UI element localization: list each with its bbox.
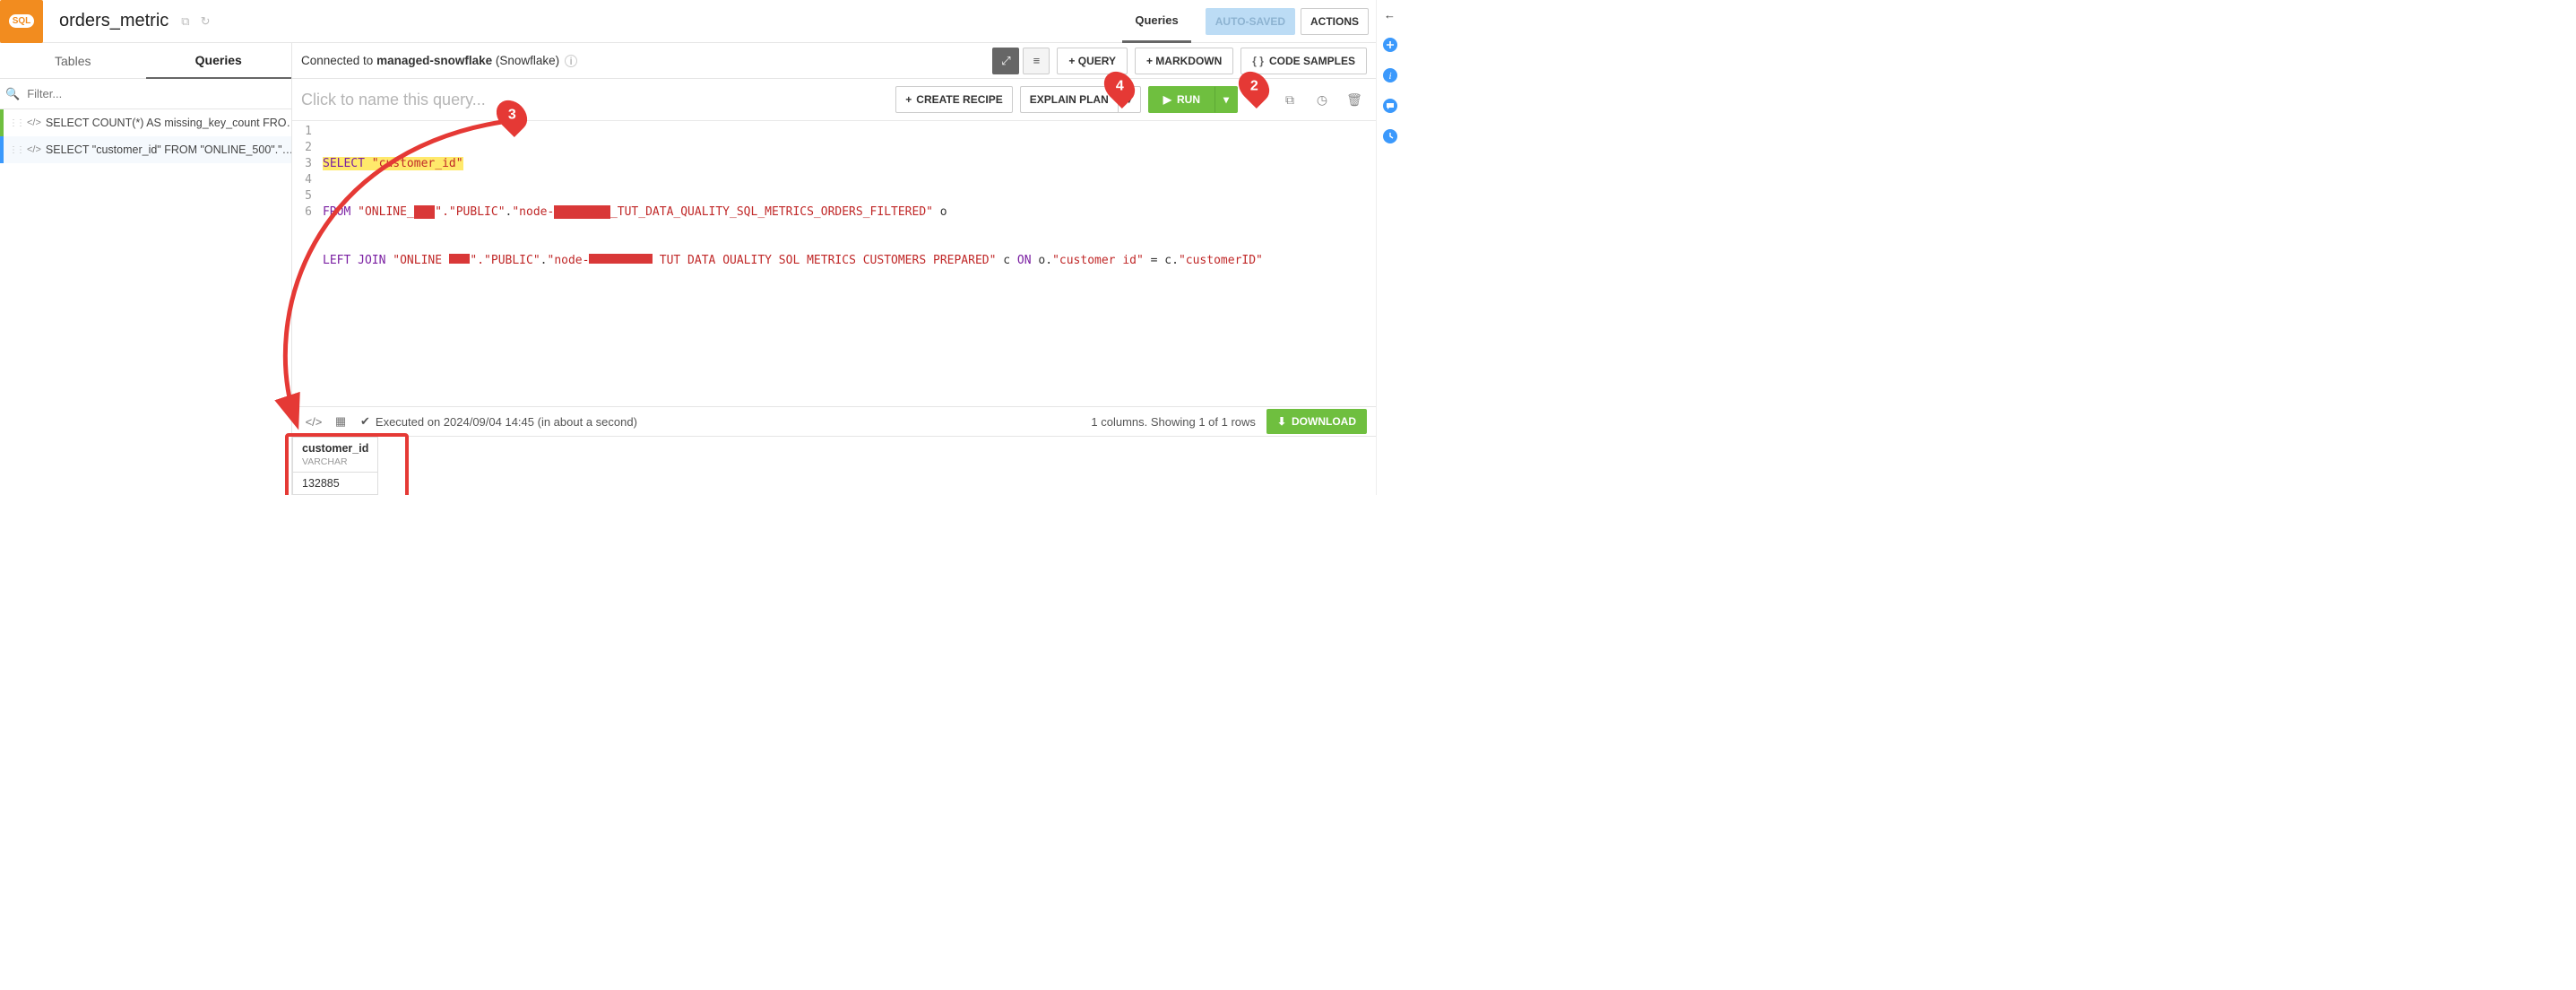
chat-icon[interactable] — [1381, 97, 1399, 115]
drag-handle-icon[interactable]: ⋮⋮ — [9, 145, 23, 155]
create-recipe-button[interactable]: + CREATE RECIPE — [895, 86, 1012, 113]
topbar: SQL orders_metric ⧉ ↻ Queries AUTO-SAVED… — [0, 0, 1376, 43]
add-markdown-button[interactable]: + MARKDOWN — [1135, 48, 1233, 74]
history-icon[interactable] — [1381, 127, 1399, 145]
result-area: customer_idVARCHAR 132885 — [292, 437, 1376, 495]
query-name-row: Click to name this query... + CREATE RECI… — [292, 79, 1376, 120]
add-query-button[interactable]: + QUERY — [1057, 48, 1128, 74]
drag-handle-icon[interactable]: ⋮⋮ — [9, 118, 23, 128]
code-icon: </> — [27, 144, 41, 155]
conn-suffix: (Snowflake) — [492, 54, 559, 67]
menu-icon[interactable]: ≡ — [1023, 48, 1050, 74]
query-list-item[interactable]: ⋮⋮ </> SELECT "customer_id" FROM "ONLINE… — [0, 136, 291, 163]
conn-name: managed-snowflake — [376, 54, 492, 67]
run-label: RUN — [1177, 93, 1200, 106]
copy-query-icon[interactable]: ⧉ — [1277, 87, 1302, 112]
tab-queries-top[interactable]: Queries — [1122, 0, 1190, 43]
connection-bar: Connected to managed-snowflake (Snowflak… — [292, 43, 1376, 79]
table-view-icon[interactable]: ▦ — [328, 410, 353, 433]
plus-icon: + — [905, 93, 912, 106]
collapse-icon[interactable]: ← — [1381, 5, 1399, 23]
autosaved-badge: AUTO-SAVED — [1206, 8, 1295, 35]
download-label: DOWNLOAD — [1292, 415, 1356, 428]
page-title: orders_metric — [59, 11, 169, 31]
trash-icon[interactable]: 🗑 — [1342, 87, 1367, 112]
right-rail: ← i — [1376, 0, 1403, 495]
query-name-input[interactable]: Click to name this query... — [301, 91, 486, 109]
code-icon: </> — [27, 117, 41, 128]
expand-icon[interactable]: ⤢ — [992, 48, 1019, 74]
braces-icon: { } — [1252, 55, 1264, 67]
refresh-icon[interactable]: ↻ — [201, 14, 211, 29]
check-icon: ✔ — [360, 414, 370, 429]
sidebar-tab-queries[interactable]: Queries — [146, 43, 292, 79]
logo-text: SQL — [9, 14, 35, 28]
conn-prefix: Connected to — [301, 54, 376, 67]
svg-text:i: i — [1388, 71, 1391, 82]
line-gutter: 1 2 3 4 5 6 — [292, 121, 319, 264]
code-area[interactable]: SELECT "customer_id" FROM "ONLINE_XXX"."… — [319, 121, 1376, 264]
filter-input[interactable] — [23, 83, 286, 105]
query-item-label: SELECT "customer_id" FROM "ONLINE_500"."… — [46, 143, 291, 156]
clock-icon[interactable]: ◷ — [1310, 87, 1335, 112]
query-item-label: SELECT COUNT(*) AS missing_key_count FRO… — [46, 117, 291, 129]
download-button[interactable]: ⬇ DOWNLOAD — [1266, 409, 1367, 434]
download-icon: ⬇ — [1277, 415, 1286, 428]
status-bar: </> ▦ ✔ Executed on 2024/09/04 14:45 (in… — [292, 406, 1376, 437]
row-count-status: 1 columns. Showing 1 of 1 rows — [1091, 415, 1256, 429]
search-icon: 🔍 — [5, 87, 20, 101]
code-samples-label: CODE SAMPLES — [1269, 55, 1355, 67]
actions-button[interactable]: ACTIONS — [1301, 8, 1369, 35]
result-cell[interactable]: 132885 — [293, 473, 378, 495]
sidebar-tab-tables[interactable]: Tables — [0, 43, 146, 79]
info-icon[interactable]: i — [565, 55, 577, 67]
execution-status: Executed on 2024/09/04 14:45 (in about a… — [376, 415, 637, 429]
sql-editor[interactable]: 1 2 3 4 5 6 SELECT "customer_id" FROM "O… — [292, 120, 1376, 264]
sidebar: Tables Queries 🔍 ⋮⋮ </> SELECT COUNT(*) … — [0, 43, 292, 495]
logo: SQL — [0, 0, 43, 43]
add-circle-icon[interactable] — [1381, 36, 1399, 54]
copy-icon[interactable]: ⧉ — [181, 14, 189, 29]
code-samples-button[interactable]: { } CODE SAMPLES — [1240, 48, 1367, 74]
run-button[interactable]: ▶ RUN — [1148, 86, 1215, 113]
play-icon: ▶ — [1163, 93, 1171, 106]
info-circle-icon[interactable]: i — [1381, 66, 1399, 84]
query-list-item[interactable]: ⋮⋮ </> SELECT COUNT(*) AS missing_key_co… — [0, 109, 291, 136]
create-recipe-label: CREATE RECIPE — [916, 93, 1002, 106]
run-dropdown[interactable]: ▾ — [1215, 86, 1238, 113]
code-view-icon[interactable]: </> — [301, 410, 326, 433]
result-table: customer_idVARCHAR 132885 — [292, 437, 378, 495]
result-column-header[interactable]: customer_idVARCHAR — [293, 438, 378, 473]
explain-plan-button[interactable]: EXPLAIN PLAN — [1020, 86, 1118, 113]
